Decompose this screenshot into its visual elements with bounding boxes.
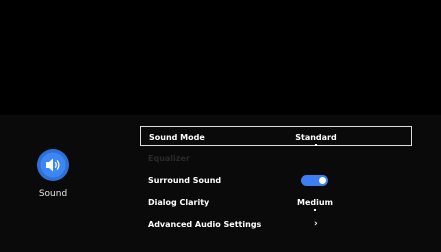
- chevron-right-icon: ›: [314, 219, 318, 229]
- option-indicator-dot: [314, 209, 316, 211]
- sound-category[interactable]: Sound: [24, 148, 82, 208]
- menu-item-label: Surround Sound: [148, 176, 222, 185]
- menu-item-surround-sound[interactable]: Surround Sound: [140, 170, 412, 190]
- menu-item-value: Medium: [297, 198, 333, 207]
- menu-item-label: Advanced Audio Settings: [148, 220, 262, 229]
- menu-item-equalizer: Equalizer: [140, 148, 412, 168]
- menu-item-advanced-audio[interactable]: Advanced Audio Settings ›: [140, 214, 412, 234]
- sound-menu: Sound Mode Standard Equalizer Surround S…: [140, 126, 412, 244]
- category-label: Sound: [38, 189, 68, 199]
- menu-item-label: Dialog Clarity: [148, 198, 210, 207]
- menu-item-label: Equalizer: [148, 154, 190, 163]
- menu-item-dialog-clarity[interactable]: Dialog Clarity Medium: [140, 192, 412, 212]
- tv-settings-screen: Sound Sound Mode Standard Equalizer Surr…: [0, 0, 441, 252]
- menu-item-label: Sound Mode: [149, 133, 205, 142]
- menu-item-sound-mode[interactable]: Sound Mode Standard: [140, 126, 412, 146]
- toggle-knob: [319, 177, 326, 184]
- speaker-icon: [37, 149, 69, 181]
- surround-toggle[interactable]: [301, 175, 328, 186]
- menu-item-value: Standard: [295, 133, 337, 142]
- option-indicator-dot: [315, 144, 317, 146]
